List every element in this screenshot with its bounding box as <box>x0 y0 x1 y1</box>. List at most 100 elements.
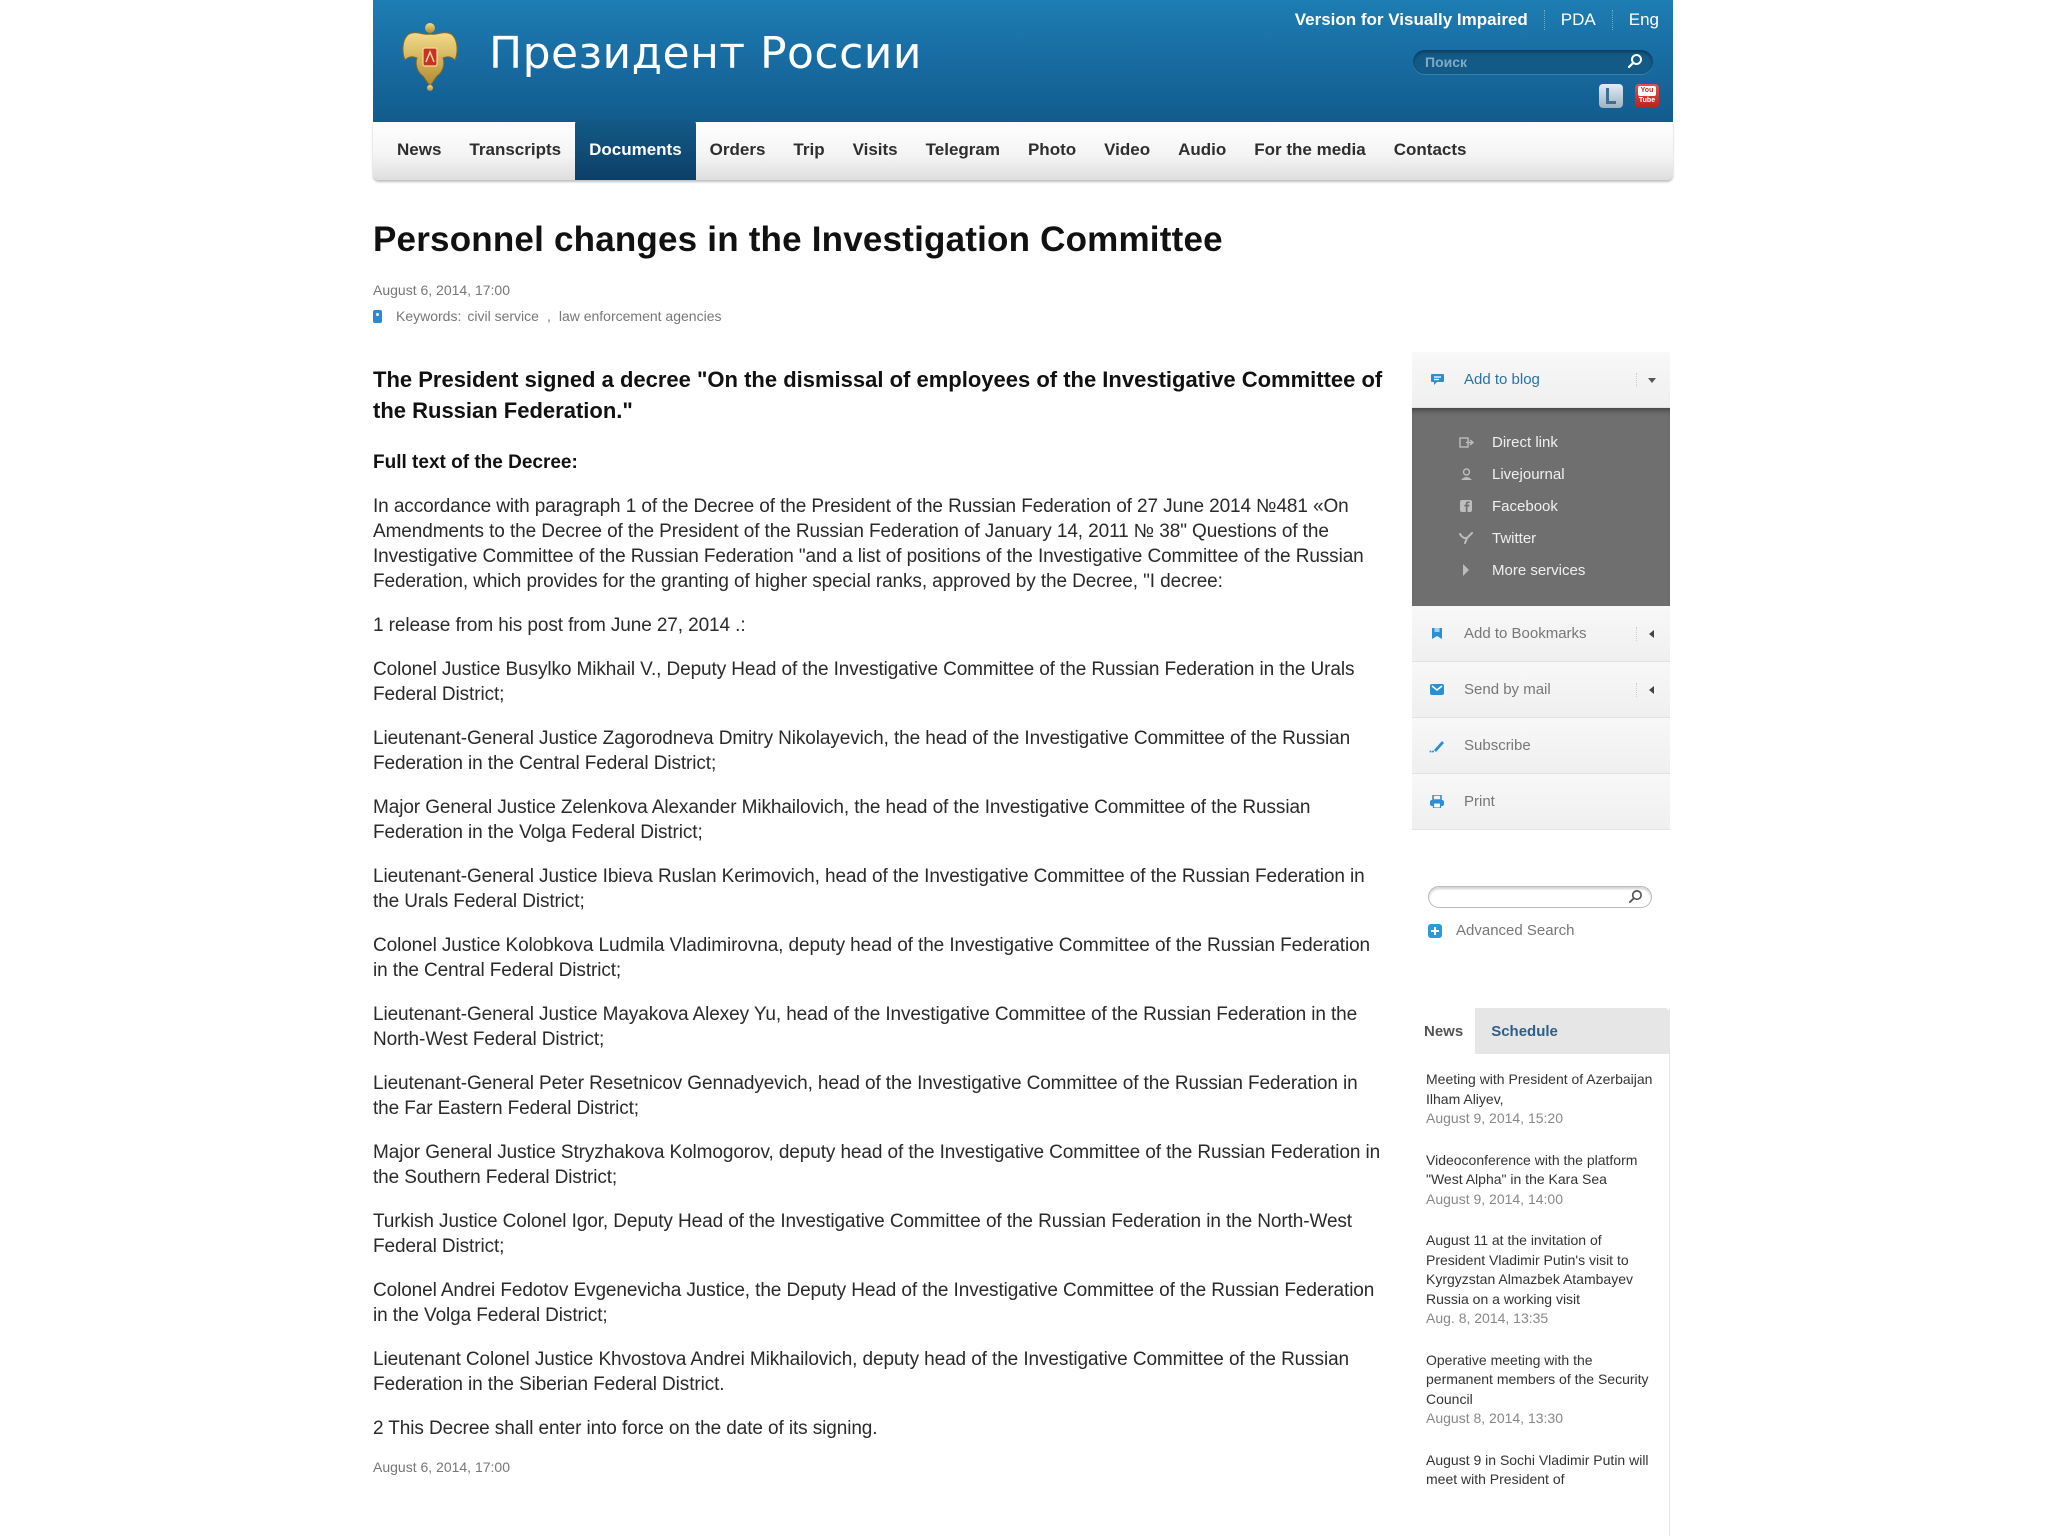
nav-telegram[interactable]: Telegram <box>912 122 1014 178</box>
article-paragraph: Lieutenant Colonel Justice Khvostova And… <box>373 1349 1350 1395</box>
nav-orders[interactable]: Orders <box>696 122 780 178</box>
keywords: Keywords: civil service , law enforcemen… <box>373 308 1383 324</box>
nav-trip[interactable]: Trip <box>779 122 838 178</box>
share-direct-link[interactable]: Direct link <box>1412 426 1670 458</box>
news-item-title: Videoconference with the platform "West … <box>1426 1151 1638 1188</box>
subscribe-label: Subscribe <box>1464 737 1531 754</box>
add-to-bookmarks-label: Add to Bookmarks <box>1464 625 1587 642</box>
share-livejournal[interactable]: Livejournal <box>1412 458 1670 490</box>
nav-news[interactable]: News <box>383 122 455 178</box>
printer-icon <box>1428 795 1446 809</box>
article-paragraph: Colonel Justice Kolobkova Ludmila Vladim… <box>373 935 1371 981</box>
article-paragraph: Turkish Justice Colonel Igor, Deputy Hea… <box>373 1211 1352 1257</box>
print-label: Print <box>1464 793 1495 810</box>
nav-documents[interactable]: Documents <box>575 120 696 180</box>
add-to-bookmarks-button[interactable]: Add to Bookmarks <box>1412 606 1670 662</box>
nav-audio[interactable]: Audio <box>1164 122 1240 178</box>
header-search <box>1413 50 1653 74</box>
article-paragraph: Colonel Justice Busylko Mikhail V., Depu… <box>373 659 1355 705</box>
nav-photo[interactable]: Photo <box>1014 122 1090 178</box>
news-item-date: August 8, 2014, 13:30 <box>1426 1410 1563 1426</box>
visually-impaired-link[interactable]: Version for Visually Impaired <box>1295 10 1528 30</box>
bottom-publication-date: August 6, 2014, 17:00 <box>373 1459 510 1475</box>
article-paragraph: 1 release from his post from June 27, 20… <box>373 615 746 636</box>
subscribe-button[interactable]: Subscribe <box>1412 718 1670 774</box>
livejournal-icon <box>1458 467 1474 481</box>
russian-coat-of-arms-icon[interactable] <box>399 20 461 92</box>
share-twitter[interactable]: Twitter <box>1412 522 1670 554</box>
add-to-blog-button[interactable]: Add to blog <box>1412 352 1670 408</box>
news-widget: News Schedule Meeting with President of … <box>1412 1008 1670 1536</box>
search-icon[interactable] <box>1627 53 1643 74</box>
send-by-mail-button[interactable]: Send by mail <box>1412 662 1670 718</box>
publication-date: August 6, 2014, 17:00 <box>373 282 510 298</box>
article-paragraph: Lieutenant-General Justice Mayakova Alex… <box>373 1004 1358 1050</box>
news-item-date: Aug. 8, 2014, 13:35 <box>1426 1310 1549 1326</box>
keyword-separator: , <box>546 308 551 324</box>
sidebar-search <box>1428 886 1652 908</box>
site-title[interactable]: Президент России <box>489 28 922 79</box>
chevron-left-icon[interactable] <box>1636 683 1656 697</box>
news-item[interactable]: Meeting with President of Azerbaijan Ilh… <box>1426 1070 1655 1129</box>
pda-link[interactable]: PDA <box>1561 10 1596 30</box>
pencil-icon <box>1428 739 1446 753</box>
article: Personnel changes in the Investigation C… <box>373 220 1383 1475</box>
article-paragraph: Lieutenant-General Justice Zagorodneva D… <box>373 728 1351 774</box>
news-item-date: August 9, 2014, 15:20 <box>1426 1110 1563 1126</box>
chevron-down-icon[interactable] <box>1636 373 1656 387</box>
youtube-icon[interactable]: You Tube <box>1635 84 1659 108</box>
english-link[interactable]: Eng <box>1629 10 1659 30</box>
keyword-link-law-enforcement[interactable]: law enforcement agencies <box>559 308 722 324</box>
news-tabs: News Schedule <box>1412 1008 1669 1054</box>
search-icon[interactable] <box>1628 889 1643 909</box>
twitter-bird-icon <box>1458 531 1474 545</box>
twitter-icon[interactable] <box>1599 84 1623 108</box>
share-twitter-label: Twitter <box>1492 529 1537 547</box>
chevron-left-icon[interactable] <box>1636 627 1656 641</box>
tab-news[interactable]: News <box>1412 1008 1476 1054</box>
tab-schedule[interactable]: Schedule <box>1475 1008 1570 1054</box>
print-button[interactable]: Print <box>1412 774 1670 830</box>
share-dropdown: Direct link Livejournal Facebook Twitter… <box>1412 408 1670 606</box>
nav-video[interactable]: Video <box>1090 122 1164 178</box>
article-paragraph: In accordance with paragraph 1 of the De… <box>373 496 1364 592</box>
page-title: Personnel changes in the Investigation C… <box>373 220 1223 259</box>
sidebar-search-input[interactable] <box>1439 889 1619 905</box>
header-search-input[interactable] <box>1425 52 1615 72</box>
keyword-tag-icon <box>373 309 382 323</box>
news-item-title: Operative meeting with the permanent mem… <box>1426 1351 1649 1407</box>
keyword-link-civil-service[interactable]: civil service <box>467 308 539 324</box>
nav-visits[interactable]: Visits <box>839 122 912 178</box>
article-paragraph: Major General Justice Stryzhakova Kolmog… <box>373 1142 1381 1188</box>
article-paragraph: 2 This Decree shall enter into force on … <box>373 1418 878 1439</box>
plus-icon <box>1428 923 1442 938</box>
news-item[interactable]: August 9 in Sochi Vladimir Putin will me… <box>1426 1451 1655 1490</box>
more-services-icon <box>1458 563 1474 577</box>
news-item[interactable]: Operative meeting with the permanent mem… <box>1426 1351 1655 1429</box>
nav-transcripts[interactable]: Transcripts <box>455 122 575 178</box>
news-item[interactable]: Videoconference with the platform "West … <box>1426 1151 1655 1210</box>
news-item[interactable]: August 11 at the invitation of President… <box>1426 1231 1655 1329</box>
news-list: Meeting with President of Azerbaijan Ilh… <box>1412 1054 1669 1490</box>
share-facebook-label: Facebook <box>1492 497 1558 515</box>
share-more-services-label: More services <box>1492 561 1586 579</box>
advanced-search-link[interactable]: Advanced Search <box>1428 922 1574 939</box>
news-item-title: August 11 at the invitation of President… <box>1426 1232 1633 1307</box>
advanced-search-label: Advanced Search <box>1456 922 1575 939</box>
keywords-label: Keywords: <box>396 308 462 324</box>
share-facebook[interactable]: Facebook <box>1412 490 1670 522</box>
nav-contacts[interactable]: Contacts <box>1380 122 1481 178</box>
fulltext-heading: Full text of the Decree: <box>373 452 578 473</box>
article-paragraph: Major General Justice Zelenkova Alexande… <box>373 797 1311 843</box>
article-lead: The President signed a decree "On the di… <box>373 367 1383 423</box>
nav-for-the-media[interactable]: For the media <box>1240 122 1379 178</box>
mail-icon <box>1428 683 1446 697</box>
article-paragraph: Colonel Andrei Fedotov Evgenevicha Justi… <box>373 1280 1375 1326</box>
share-panel: Add to blog Direct link Livejournal Face… <box>1412 352 1670 830</box>
facebook-icon <box>1458 499 1474 513</box>
share-more-services[interactable]: More services <box>1412 554 1670 586</box>
article-paragraph: Lieutenant-General Peter Resetnicov Genn… <box>373 1073 1358 1119</box>
share-livejournal-label: Livejournal <box>1492 465 1565 483</box>
send-by-mail-label: Send by mail <box>1464 681 1551 698</box>
divider <box>1543 10 1545 30</box>
